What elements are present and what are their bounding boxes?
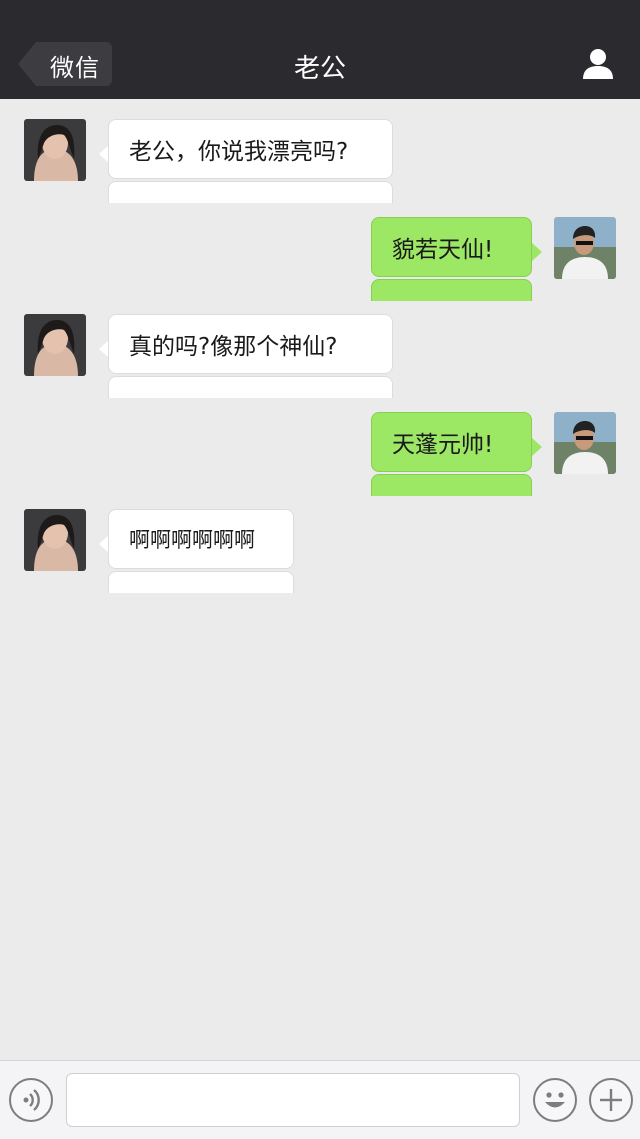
message-text: 貌若天仙! <box>392 237 494 263</box>
chat-title: 老公 <box>293 54 346 84</box>
smiley-icon <box>545 1092 565 1108</box>
voice-icon <box>23 1089 40 1111</box>
contact-avatar[interactable] <box>24 314 86 376</box>
person-icon <box>583 49 613 79</box>
message-input[interactable] <box>66 1073 520 1127</box>
message-bubble-incoming[interactable]: 啊啊啊啊啊啊 <box>108 509 294 569</box>
input-bar <box>0 1060 640 1139</box>
plus-icon <box>600 1089 622 1111</box>
contact-avatar[interactable] <box>24 509 86 571</box>
message-bubble-stub <box>371 474 532 496</box>
message-list: 老公，你说我漂亮吗? 貌若天仙! 真的吗?像那个神仙? 天蓬元帅! 啊啊啊啊啊啊 <box>0 99 640 1059</box>
message-text: 啊啊啊啊啊啊 <box>129 528 255 552</box>
chat-header: 微信 老公 <box>0 0 640 99</box>
message-text: 天蓬元帅! <box>392 432 494 458</box>
message-text: 老公，你说我漂亮吗? <box>129 139 349 165</box>
message-bubble-incoming[interactable]: 真的吗?像那个神仙? <box>108 314 393 374</box>
message-bubble-stub <box>108 571 294 593</box>
message-bubble-stub <box>108 181 393 203</box>
message-bubble-incoming[interactable]: 老公，你说我漂亮吗? <box>108 119 393 179</box>
more-button[interactable] <box>589 1078 633 1122</box>
my-avatar[interactable] <box>554 412 616 474</box>
message-bubble-stub <box>108 376 393 398</box>
message-bubble-outgoing[interactable]: 天蓬元帅! <box>371 412 532 472</box>
message-bubble-stub <box>371 279 532 301</box>
contact-avatar[interactable] <box>24 119 86 181</box>
message-bubble-outgoing[interactable]: 貌若天仙! <box>371 217 532 277</box>
profile-button[interactable] <box>582 48 614 80</box>
message-text: 真的吗?像那个神仙? <box>129 334 338 360</box>
my-avatar[interactable] <box>554 217 616 279</box>
voice-button[interactable] <box>9 1078 53 1122</box>
emoji-button[interactable] <box>533 1078 577 1122</box>
